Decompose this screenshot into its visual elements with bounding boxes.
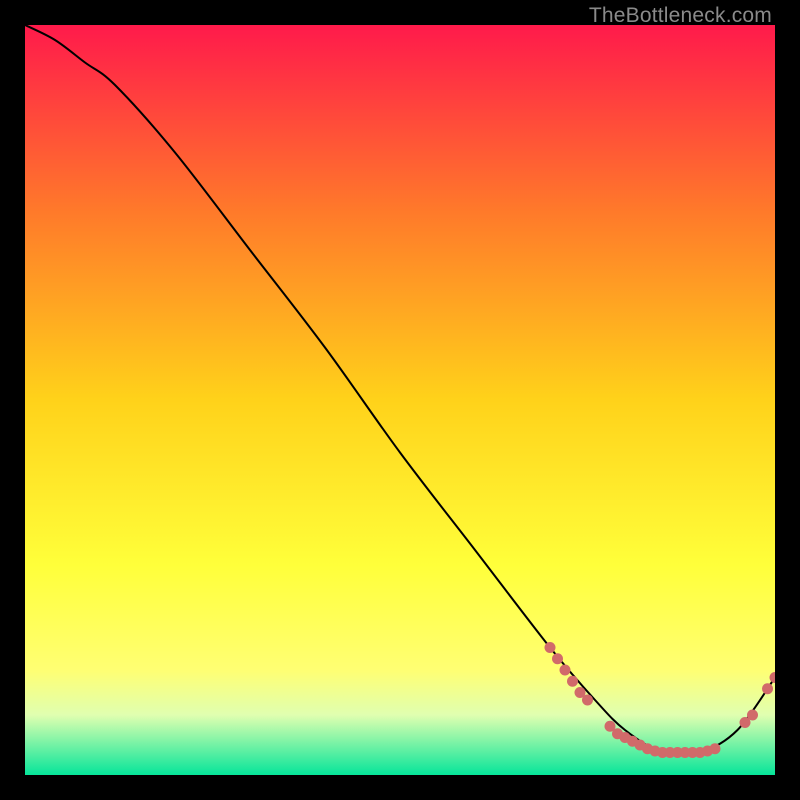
- marker-group-left-point: [552, 653, 563, 664]
- marker-group-left-point: [560, 665, 571, 676]
- chart-svg: [25, 25, 775, 775]
- gradient-background: [25, 25, 775, 775]
- marker-group-left-point: [582, 695, 593, 706]
- plot-area: [25, 25, 775, 775]
- marker-group-rise-point: [747, 710, 758, 721]
- marker-group-floor-point: [710, 743, 721, 754]
- chart-stage: TheBottleneck.com: [0, 0, 800, 800]
- marker-group-rise-point: [762, 683, 773, 694]
- marker-group-left-point: [567, 676, 578, 687]
- marker-group-left-point: [545, 642, 556, 653]
